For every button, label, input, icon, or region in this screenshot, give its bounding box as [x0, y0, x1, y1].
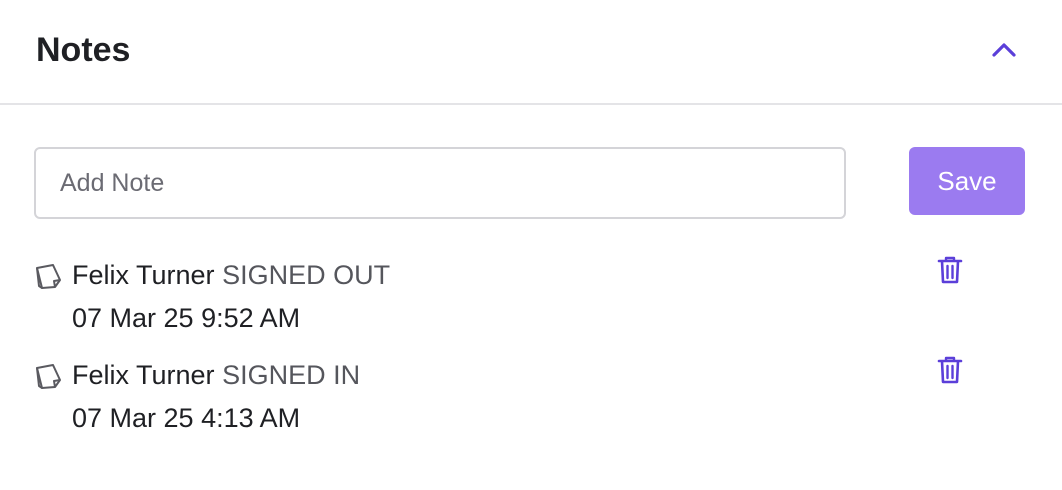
- save-button[interactable]: Save: [909, 147, 1025, 215]
- note-icon: [36, 264, 61, 289]
- note-action: SIGNED OUT: [222, 260, 391, 290]
- collapse-button[interactable]: [986, 32, 1022, 68]
- trash-icon: [937, 356, 963, 384]
- note-item: Felix Turner SIGNED IN 07 Mar 25 4:13 AM: [34, 356, 1014, 438]
- notes-header: Notes: [0, 0, 1062, 105]
- note-author: Felix Turner: [72, 360, 215, 390]
- delete-note-button[interactable]: [932, 352, 968, 388]
- chevron-up-icon: [992, 43, 1016, 57]
- notes-panel: Notes Save Felix Turner SIGNED OUT 07 Ma…: [0, 0, 1062, 490]
- note-action: SIGNED IN: [222, 360, 361, 390]
- add-note-input[interactable]: [34, 147, 846, 219]
- note-icon: [36, 364, 61, 389]
- note-author: Felix Turner: [72, 260, 215, 290]
- note-item: Felix Turner SIGNED OUT 07 Mar 25 9:52 A…: [34, 256, 1014, 338]
- note-timestamp: 07 Mar 25 4:13 AM: [72, 403, 301, 433]
- panel-title: Notes: [36, 31, 131, 69]
- note-timestamp: 07 Mar 25 9:52 AM: [72, 303, 301, 333]
- trash-icon: [937, 256, 963, 284]
- delete-note-button[interactable]: [932, 252, 968, 288]
